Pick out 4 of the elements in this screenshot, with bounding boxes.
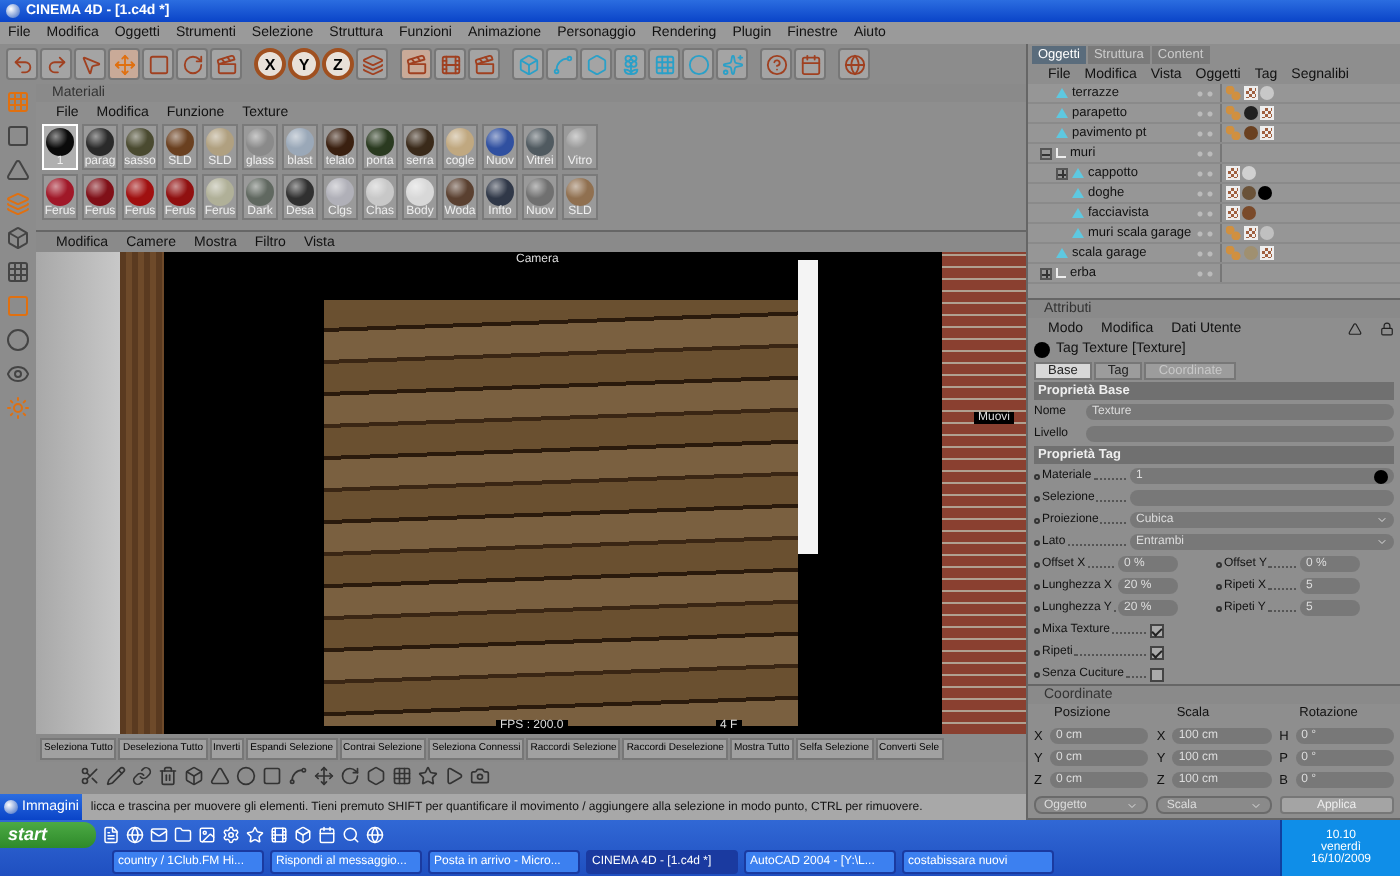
axis-button[interactable]: X — [254, 48, 286, 80]
axis-button[interactable]: Y — [288, 48, 320, 80]
axis-button[interactable]: Z — [322, 48, 354, 80]
start-button[interactable]: start — [0, 821, 96, 847]
